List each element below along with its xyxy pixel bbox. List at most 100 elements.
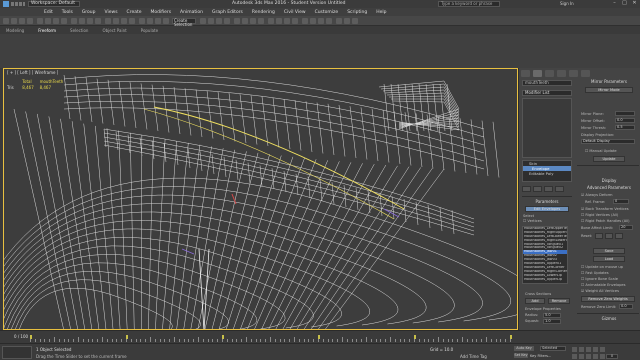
zoom-icon[interactable] [572,354,577,359]
modify-tab-icon[interactable] [533,70,542,77]
menu-item-help[interactable]: Help [376,10,386,15]
utilities-tab-icon[interactable] [581,70,590,77]
maxscript-listener[interactable] [2,346,32,359]
params-title[interactable]: Parameters [522,199,572,204]
menu-item-modifiers[interactable]: Modifiers [151,10,172,15]
menu-item-customize[interactable]: Customize [315,10,339,15]
hierarchy-tab-icon[interactable] [545,70,554,77]
ribbon-tab-object-paint[interactable]: Object Paint [102,28,126,33]
modifier-list-dropdown[interactable]: Modifier List [522,90,572,96]
goto-end-icon[interactable] [600,347,605,352]
toolbar-button-icon[interactable] [155,18,161,24]
reset-vertices-button[interactable] [595,233,603,239]
bone-list-item[interactable]: MouthBones_UpperLip [523,278,567,282]
remove-zero-weights-button[interactable]: Remove Zero Weights [581,296,635,302]
load-button[interactable]: Load [593,256,625,262]
toolbar-button-icon[interactable] [336,18,342,24]
back-transform-checkbox[interactable]: ☑ Back Transform Vertices [581,207,629,211]
rigid-patch-checkbox[interactable]: ☐ Rigid Patch Handles (All) [581,219,630,223]
reset-bones-button[interactable] [605,233,613,239]
toolbar-button-icon[interactable] [242,18,248,24]
viewport-left-wireframe[interactable]: [ + ] [ Left ] [ Wireframe ] Total mouth… [3,68,518,330]
toolbar-button-icon[interactable] [352,18,358,24]
update-mouseup-checkbox[interactable]: ☐ Update on mouse up [581,265,623,269]
stack-item[interactable]: Editable Poly [523,171,571,176]
keyframe-marker[interactable] [222,335,224,339]
auto-key-button[interactable]: Auto Key [514,346,534,351]
toolbar-button-icon[interactable] [163,18,169,24]
menu-item-graph-editors[interactable]: Graph Editors [212,10,243,15]
toolbar-button-icon[interactable] [344,18,350,24]
toolbar-button-icon[interactable] [302,18,308,24]
edit-envelopes-button[interactable]: Edit Envelopes [525,206,569,212]
menu-item-animation[interactable]: Animation [180,10,203,15]
toolbar-button-icon[interactable] [71,18,77,24]
menu-item-create[interactable]: Create [127,10,142,15]
toolbar-button-icon[interactable] [37,18,43,24]
toolbar-button-icon[interactable] [276,18,282,24]
menu-item-edit[interactable]: Edit [44,10,53,15]
remove-zero-limit-spinner[interactable]: 0.0 [619,304,633,309]
weight-all-vertices-checkbox[interactable]: ☑ Weight All Vertices [581,289,619,293]
zoom-all-icon[interactable] [579,354,584,359]
squash-spinner[interactable]: 1.0 [543,319,561,324]
toolbar-button-icon[interactable] [292,18,298,24]
sign-in-link[interactable]: Sign In [560,1,574,6]
toolbar-button-icon[interactable] [61,18,67,24]
bone-affect-spinner[interactable]: 20 [619,225,633,230]
maximize-viewport-icon[interactable] [600,354,605,359]
fast-updates-checkbox[interactable]: ☐ Fast Updates [581,271,609,275]
mirror-mode-button[interactable]: Mirror Mode [585,87,633,93]
menu-item-tools[interactable]: Tools [62,10,73,15]
keyframe-marker[interactable] [30,335,32,339]
toolbar-button-icon[interactable] [268,18,274,24]
stack-remove-button[interactable] [555,186,564,192]
manual-update-checkbox[interactable]: ☐ Manual Update [585,149,617,153]
menu-item-civil-view[interactable]: Civil View [284,10,306,15]
toolbar-button-icon[interactable] [121,18,127,24]
toolbar-button-icon[interactable] [284,18,290,24]
app-logo-icon[interactable] [3,1,9,7]
object-name-field[interactable]: mouthTeeth [522,80,572,86]
ribbon-tab-freeform[interactable]: Freeform [38,28,56,33]
ribbon-tab-populate[interactable]: Populate [141,28,158,33]
toolbar-button-icon[interactable] [105,18,111,24]
vertices-checkbox[interactable]: ☐ Vertices [523,219,542,223]
keyframe-marker[interactable] [510,335,512,339]
menu-item-group[interactable]: Group [82,10,96,15]
display-projection-dropdown[interactable]: Default Display [581,139,635,144]
close-icon[interactable]: ✕ [631,1,638,6]
mirror-offset-spinner[interactable]: 0.0 [615,118,635,123]
toolbar-button-icon[interactable] [216,18,222,24]
toolbar-button-icon[interactable] [224,18,230,24]
stack-show-end-button[interactable] [533,186,542,192]
current-frame-field[interactable]: 0 [606,354,618,359]
minimize-icon[interactable]: – [611,1,618,6]
toolbar-button-icon[interactable] [87,18,93,24]
key-filters-button[interactable]: Key Filters... [530,354,551,358]
add-cross-section-button[interactable]: Add [525,298,545,304]
maximize-icon[interactable]: □ [621,1,628,6]
rigid-vertices-checkbox[interactable]: ☐ Rigid Vertices (All) [581,213,618,217]
key-mode-dropdown[interactable]: Selected [540,346,566,351]
keyframe-marker[interactable] [318,335,320,339]
time-slider[interactable]: 0 / 100 [0,330,640,343]
keyframe-marker[interactable] [126,335,128,339]
gizmos-title[interactable]: Gizmos [579,316,639,321]
play-icon[interactable] [586,347,591,352]
toolbar-button-icon[interactable] [79,18,85,24]
toolbar-button-icon[interactable] [129,18,135,24]
menu-item-views[interactable]: Views [105,10,118,15]
menu-item-rendering[interactable]: Rendering [252,10,275,15]
toolbar-button-icon[interactable] [250,18,256,24]
radius-spinner[interactable]: 5.0 [543,313,561,318]
ribbon-tab-modeling[interactable]: Modeling [6,28,24,33]
toolbar-button-icon[interactable] [200,18,206,24]
toolbar-button-icon[interactable] [11,18,17,24]
toolbar-button-icon[interactable] [318,18,324,24]
update-button[interactable]: Update [593,156,625,162]
create-tab-icon[interactable] [521,70,530,77]
ignore-bone-scale-checkbox[interactable]: ☐ Ignore Bone Scale [581,277,618,281]
bones-list[interactable]: MouthBones_LeftUpperTeethMouthBones_Righ… [522,226,568,284]
next-frame-icon[interactable] [593,347,598,352]
